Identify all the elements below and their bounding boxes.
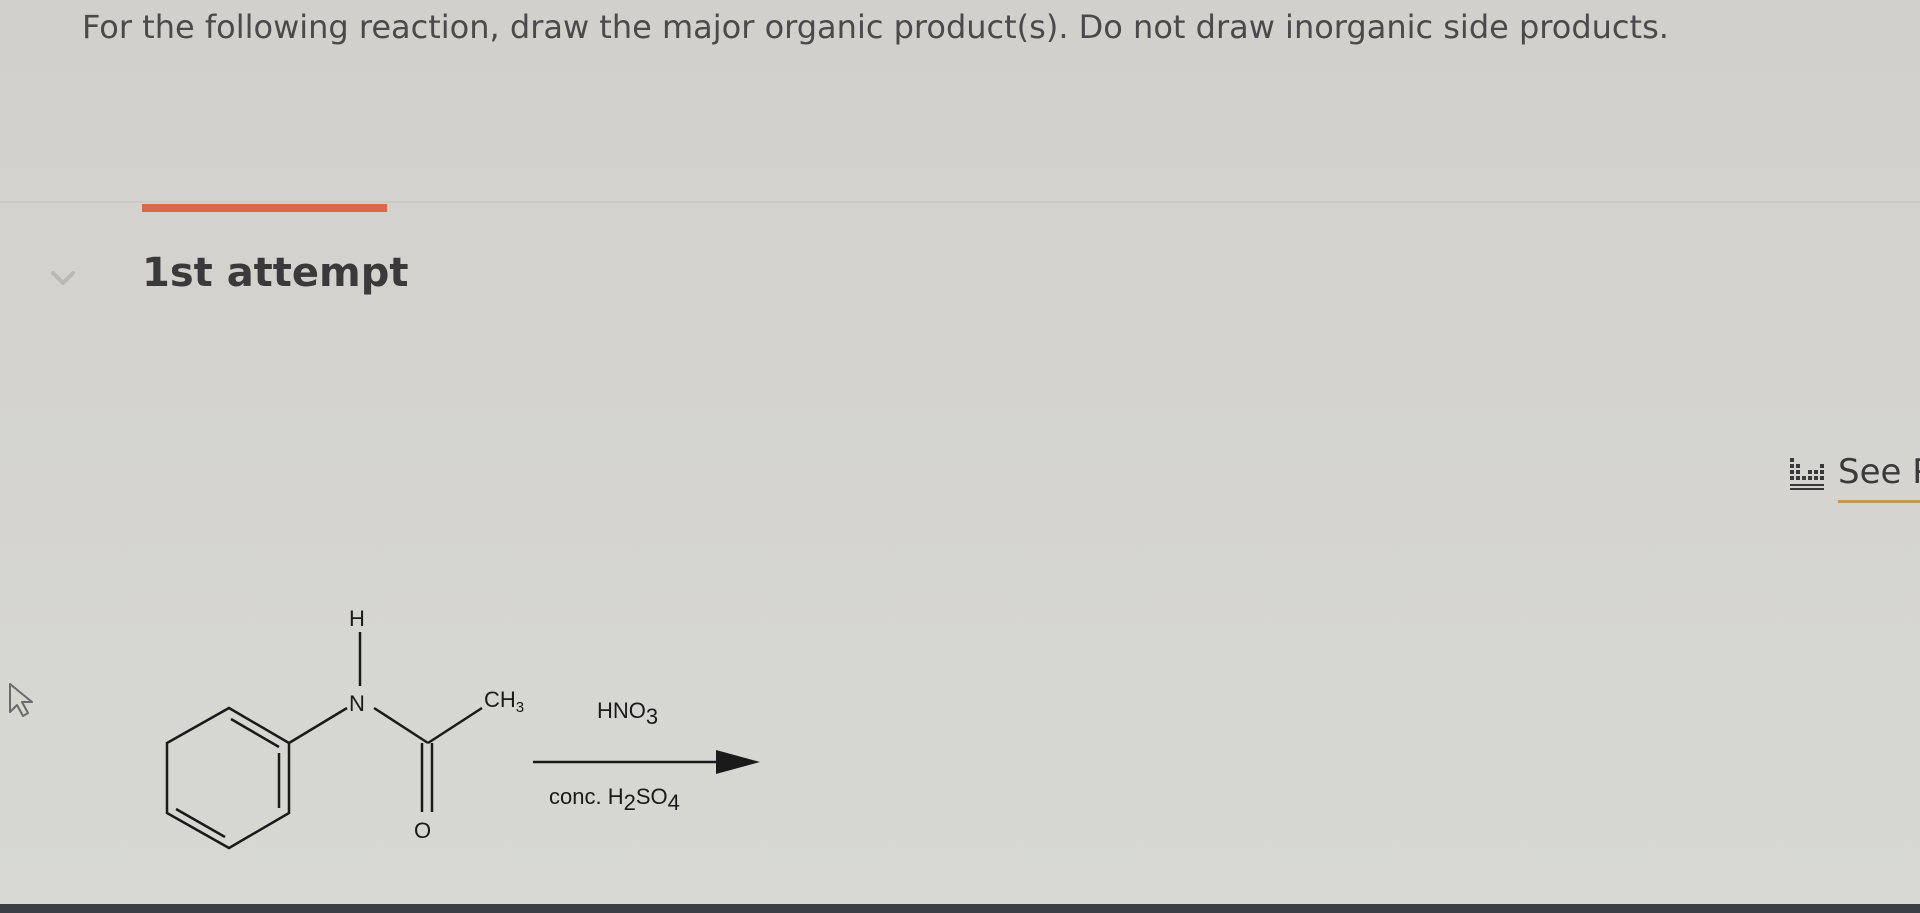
question-prompt: For the following reaction, draw the maj… <box>82 8 1669 46</box>
bond-ring-n <box>288 706 348 745</box>
atom-h: H <box>349 606 365 631</box>
link-underline <box>1838 500 1920 503</box>
benzene-ring <box>165 706 291 850</box>
attempt-progress-bar <box>142 204 387 212</box>
reaction-scheme: H N O CH3 HNO3 conc. H2SO4 <box>165 606 760 850</box>
periodic-table-icon <box>1790 458 1824 490</box>
reagent-bottom-sub1: 2 <box>624 790 636 815</box>
methyl-main: CH <box>484 687 516 712</box>
atom-o: O <box>414 818 431 843</box>
atom-n: N <box>349 691 365 716</box>
reagent-bottom-sub2: 4 <box>668 790 680 815</box>
page: For the following reaction, draw the maj… <box>0 0 1920 913</box>
reagent-nitric-acid: HNO3 <box>597 698 658 729</box>
reagent-bottom-pre: conc. H <box>549 784 624 809</box>
see-periodic-table-label: See P <box>1838 452 1920 492</box>
chevron-down-icon[interactable] <box>48 263 78 293</box>
reagent-bottom-mid: SO <box>636 784 668 809</box>
reagent-sulfuric-acid: conc. H2SO4 <box>549 784 680 815</box>
see-periodic-table-link[interactable]: See P <box>1788 448 1920 508</box>
reaction-arrow-head <box>716 750 760 774</box>
reagent-top-main: HNO <box>597 698 646 723</box>
reagent-top-subscript: 3 <box>646 704 658 729</box>
bond-n-carbonyl <box>373 706 429 745</box>
attempt-label[interactable]: 1st attempt <box>142 250 408 296</box>
bottom-edge <box>0 904 1920 913</box>
methyl-subscript: 3 <box>516 699 524 716</box>
methyl-group-label: CH3 <box>484 687 524 716</box>
bond-carbonyl-ch3 <box>427 706 483 745</box>
section-divider <box>0 201 1920 203</box>
